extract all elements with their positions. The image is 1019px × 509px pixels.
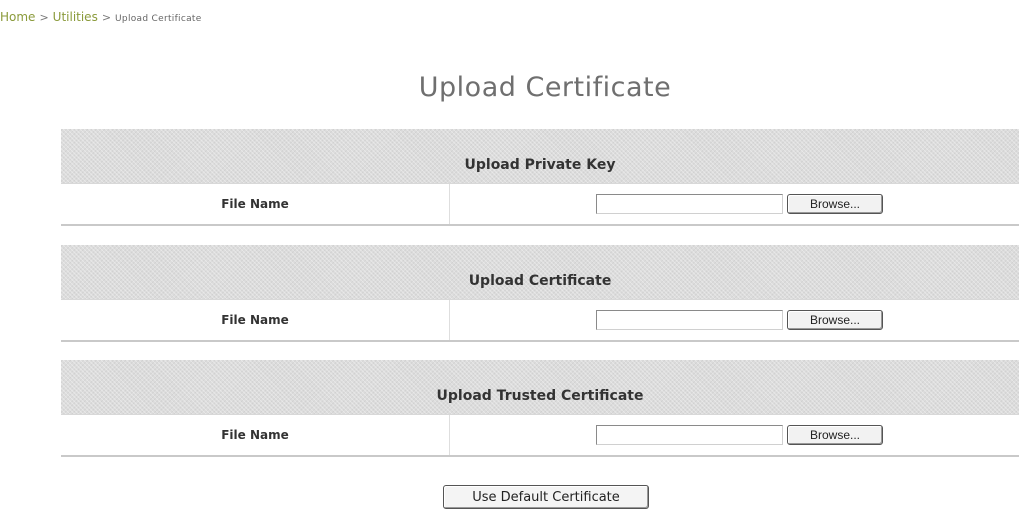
file-name-row: File Name Browse...: [61, 299, 1019, 342]
section-header: Upload Trusted Certificate: [61, 360, 1019, 414]
breadcrumb-home-link[interactable]: Home: [0, 10, 35, 24]
use-default-certificate-button[interactable]: Use Default Certificate: [443, 485, 649, 509]
breadcrumb-utilities-link[interactable]: Utilities: [53, 10, 98, 24]
file-name-label: File Name: [61, 184, 450, 224]
trusted-certificate-file-input[interactable]: [596, 425, 783, 445]
upload-trusted-certificate-section: Upload Trusted Certificate File Name Bro…: [61, 360, 1019, 457]
breadcrumb: Home > Utilities > Upload Certificate: [0, 10, 202, 24]
upload-private-key-section: Upload Private Key File Name Browse...: [61, 129, 1019, 226]
section-header: Upload Certificate: [61, 245, 1019, 299]
private-key-browse-button[interactable]: Browse...: [787, 194, 883, 214]
page-title: Upload Certificate: [418, 72, 672, 103]
breadcrumb-separator: >: [101, 11, 112, 24]
file-picker: Browse...: [450, 415, 1019, 455]
upload-certificate-section: Upload Certificate File Name Browse...: [61, 245, 1019, 342]
breadcrumb-separator: >: [39, 11, 49, 24]
file-picker: Browse...: [450, 184, 1019, 224]
file-name-row: File Name Browse...: [61, 414, 1019, 457]
certificate-file-input[interactable]: [596, 310, 783, 330]
file-name-row: File Name Browse...: [61, 183, 1019, 226]
file-name-label: File Name: [61, 415, 450, 455]
breadcrumb-current: Upload Certificate: [115, 14, 202, 24]
trusted-certificate-browse-button[interactable]: Browse...: [787, 425, 883, 445]
certificate-browse-button[interactable]: Browse...: [787, 310, 883, 330]
section-header: Upload Private Key: [61, 129, 1019, 183]
private-key-file-input[interactable]: [596, 194, 783, 214]
file-picker: Browse...: [450, 300, 1019, 340]
file-name-label: File Name: [61, 300, 450, 340]
